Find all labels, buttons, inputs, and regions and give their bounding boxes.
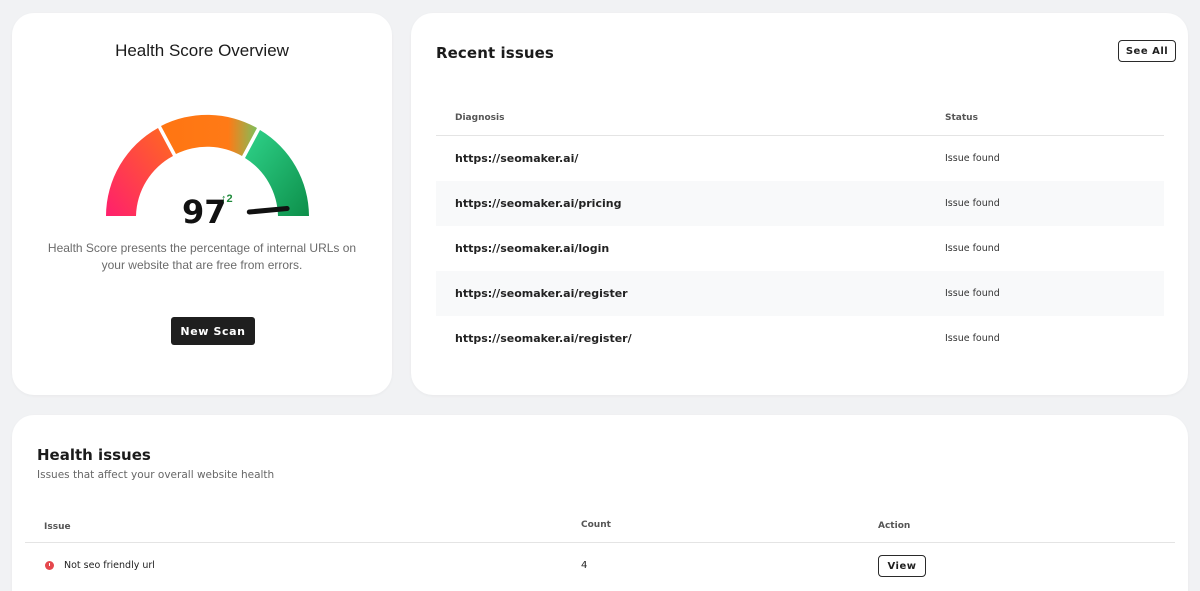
table-header: Issue Count Action xyxy=(25,513,1175,543)
health-issues-subtitle: Issues that affect your overall website … xyxy=(37,469,275,481)
column-header-action: Action xyxy=(878,521,911,531)
table-header: Diagnosis Status xyxy=(436,106,1164,136)
health-score-value: 97 xyxy=(182,193,227,231)
table-row[interactable]: https://seomaker.ai/login Issue found xyxy=(436,226,1164,271)
issue-name: Not seo friendly url xyxy=(64,560,155,571)
issue-url[interactable]: https://seomaker.ai/pricing xyxy=(455,197,621,210)
issue-url[interactable]: https://seomaker.ai/register xyxy=(455,287,628,300)
gauge-segment-low xyxy=(106,128,173,216)
issue-url[interactable]: https://seomaker.ai/ xyxy=(455,152,578,165)
issue-status: Issue found xyxy=(945,153,1000,164)
issue-status: Issue found xyxy=(945,198,1000,209)
view-button[interactable]: View xyxy=(878,555,926,577)
table-row[interactable]: https://seomaker.ai/ Issue found xyxy=(436,136,1164,181)
health-score-description: Health Score presents the percentage of … xyxy=(47,241,357,272)
error-icon xyxy=(45,561,54,570)
issue-status: Issue found xyxy=(945,288,1000,299)
see-all-button[interactable]: See All xyxy=(1118,40,1176,62)
table-row[interactable]: https://seomaker.ai/register Issue found xyxy=(436,271,1164,316)
issue-status: Issue found xyxy=(945,243,1000,254)
issue-status: Issue found xyxy=(945,333,1000,344)
column-header-count: Count xyxy=(581,520,611,530)
recent-issues-title: Recent issues xyxy=(436,44,554,62)
recent-issues-card: Recent issues See All Diagnosis Status h… xyxy=(411,13,1188,395)
issue-count: 4 xyxy=(581,560,588,571)
recent-issues-table: Diagnosis Status https://seomaker.ai/ Is… xyxy=(436,106,1164,361)
column-header-diagnosis: Diagnosis xyxy=(455,113,505,123)
gauge-needle xyxy=(246,206,290,215)
table-row[interactable]: https://seomaker.ai/pricing Issue found xyxy=(436,181,1164,226)
table-row: Not seo friendly url 4 View xyxy=(25,543,1175,589)
health-issues-table: Issue Count Action Not seo friendly url … xyxy=(25,513,1175,589)
gauge-segment-mid xyxy=(161,114,257,156)
table-row[interactable]: https://seomaker.ai/register/ Issue foun… xyxy=(436,316,1164,361)
health-issues-card: Health issues Issues that affect your ov… xyxy=(12,415,1188,591)
column-header-issue: Issue xyxy=(44,522,71,532)
column-header-status: Status xyxy=(945,113,978,123)
health-score-card: Health Score Overview 97 ↑2 Health Score… xyxy=(12,13,392,395)
gauge-segment-high xyxy=(245,130,309,216)
issue-url[interactable]: https://seomaker.ai/login xyxy=(455,242,609,255)
new-scan-button[interactable]: New Scan xyxy=(171,317,255,345)
health-issues-title: Health issues xyxy=(37,446,151,464)
issue-url[interactable]: https://seomaker.ai/register/ xyxy=(455,332,632,345)
health-score-title: Health Score Overview xyxy=(115,41,289,60)
health-score-delta: ↑2 xyxy=(221,193,233,205)
